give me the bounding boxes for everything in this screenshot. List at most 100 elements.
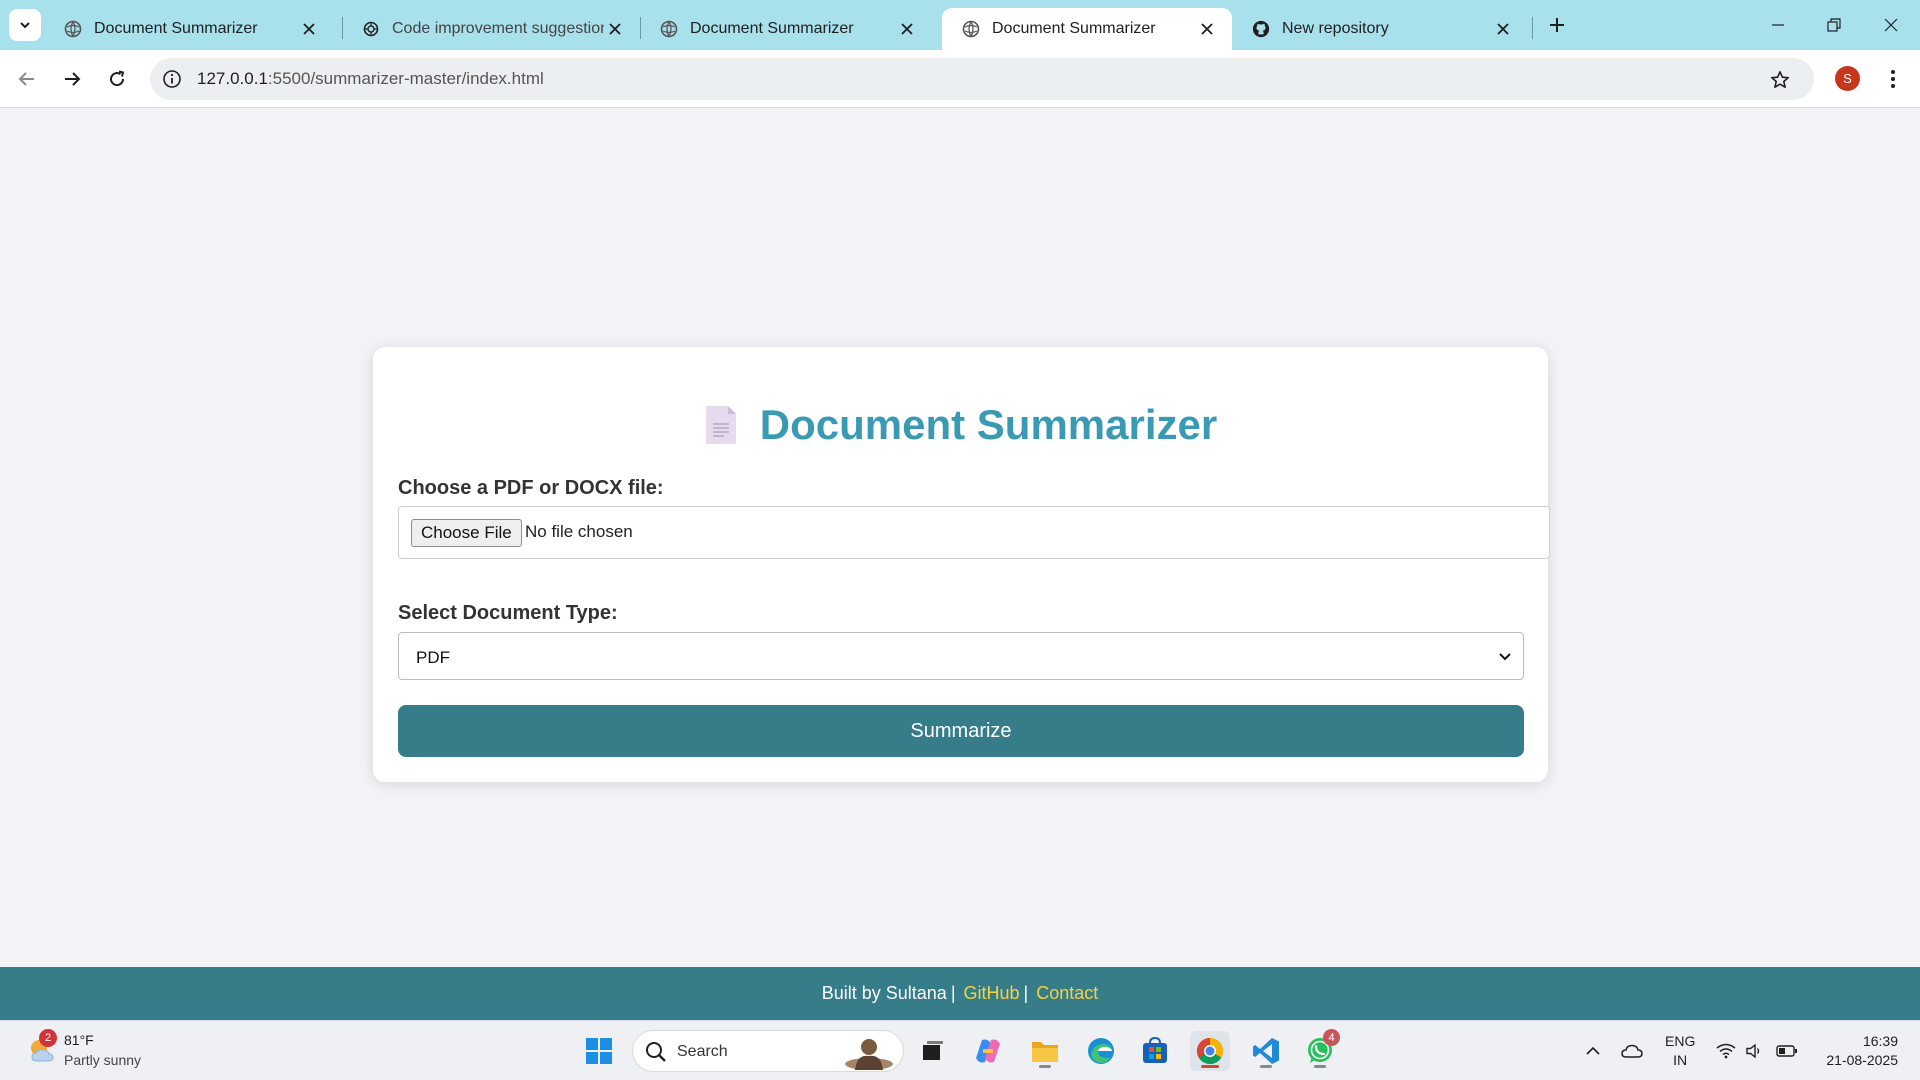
copilot-icon xyxy=(976,1039,1000,1063)
clock-date: 21-08-2025 xyxy=(1826,1052,1898,1068)
close-icon[interactable] xyxy=(298,18,320,40)
tab-title: Document Summarizer xyxy=(94,20,258,37)
chevron-down-icon xyxy=(20,22,30,29)
cloud-icon xyxy=(1621,1044,1643,1058)
task-view-icon xyxy=(923,1041,943,1060)
github-icon xyxy=(1252,20,1270,38)
chevron-down-icon xyxy=(1497,649,1513,665)
start-button[interactable] xyxy=(579,1031,619,1071)
contact-link[interactable]: Contact xyxy=(1036,983,1098,1004)
page-heading: Document Summarizer xyxy=(373,401,1548,449)
battery-icon xyxy=(1776,1045,1797,1057)
more-vertical-icon xyxy=(1891,70,1895,88)
reload-icon xyxy=(110,70,125,87)
weather-temperature: 81°F xyxy=(64,1032,94,1048)
tab-title: Code improvement suggestions xyxy=(392,20,604,37)
selected-document-type: PDF xyxy=(416,648,450,667)
footer-separator: | xyxy=(950,983,956,1003)
chrome-button[interactable] xyxy=(1190,1031,1230,1071)
site-info-icon[interactable] xyxy=(160,67,184,91)
whatsapp-notification-badge: 4 xyxy=(1323,1029,1340,1046)
page-footer: Built by Sultana | GitHub | Contact xyxy=(0,967,1920,1020)
forward-button[interactable] xyxy=(54,61,90,97)
summarizer-card: Document Summarizer Choose a PDF or DOCX… xyxy=(373,347,1550,782)
file-explorer-button[interactable] xyxy=(1025,1031,1065,1071)
choose-file-button[interactable]: Choose File xyxy=(411,519,522,547)
language-indicator[interactable]: ENG IN xyxy=(1665,1032,1695,1070)
running-indicator xyxy=(1314,1065,1326,1068)
onedrive-button[interactable] xyxy=(1621,1040,1643,1062)
restore-icon xyxy=(1827,18,1841,32)
close-icon[interactable] xyxy=(604,18,626,40)
store-icon xyxy=(1143,1036,1167,1063)
windows-logo-icon xyxy=(586,1038,612,1064)
running-indicator xyxy=(1201,1065,1219,1068)
page-title: Document Summarizer xyxy=(759,401,1218,448)
browser-tab-active[interactable]: Document Summarizer xyxy=(942,8,1232,50)
wifi-button[interactable] xyxy=(1715,1040,1737,1062)
document-icon xyxy=(705,406,736,444)
windows-taskbar: 2 81°F Partly sunny Search 4 ENG IN 16:3… xyxy=(0,1020,1920,1080)
file-input[interactable]: Choose File No file chosen xyxy=(398,506,1550,559)
close-window-button[interactable] xyxy=(1863,0,1919,50)
arrow-right-icon xyxy=(65,72,81,86)
battery-button[interactable] xyxy=(1776,1040,1798,1062)
language-code: ENG xyxy=(1665,1033,1696,1049)
browser-menu-button[interactable] xyxy=(1880,64,1906,94)
tab-search-button[interactable] xyxy=(9,9,41,41)
browser-tab[interactable]: Document Summarizer xyxy=(640,8,932,50)
vscode-button[interactable] xyxy=(1246,1031,1286,1071)
document-type-select[interactable]: PDF xyxy=(398,632,1524,680)
browser-toolbar: 127.0.0.1:5500/summarizer-master/index.h… xyxy=(0,50,1920,108)
volume-button[interactable] xyxy=(1743,1040,1765,1062)
system-clock[interactable]: 16:39 21-08-2025 xyxy=(1818,1032,1898,1070)
vscode-icon xyxy=(1253,1038,1279,1064)
weather-condition: Partly sunny xyxy=(64,1052,142,1068)
restore-button[interactable] xyxy=(1806,0,1862,50)
tab-title: Document Summarizer xyxy=(992,20,1156,37)
browser-tab[interactable]: Document Summarizer xyxy=(44,8,334,50)
github-link[interactable]: GitHub xyxy=(964,983,1020,1004)
clock-time: 16:39 xyxy=(1862,1033,1898,1049)
reload-button[interactable] xyxy=(99,61,135,97)
new-tab-button[interactable] xyxy=(1544,12,1570,38)
address-bar[interactable]: 127.0.0.1:5500/summarizer-master/index.h… xyxy=(150,58,1814,100)
browser-tab-strip: Document Summarizer Code improvement sug… xyxy=(0,0,1920,50)
show-hidden-icons-button[interactable] xyxy=(1582,1040,1604,1062)
close-icon[interactable] xyxy=(1196,18,1218,40)
copilot-button[interactable] xyxy=(968,1031,1008,1071)
folder-icon xyxy=(1032,1042,1058,1062)
back-button[interactable] xyxy=(9,61,45,97)
weather-alert-badge: 2 xyxy=(39,1029,57,1047)
edge-icon xyxy=(1088,1038,1114,1064)
search-placeholder: Search xyxy=(677,1043,728,1060)
edge-button[interactable] xyxy=(1081,1031,1121,1071)
url-text: 127.0.0.1:5500/summarizer-master/index.h… xyxy=(197,69,544,88)
minimize-button[interactable] xyxy=(1750,0,1806,50)
wifi-icon xyxy=(1716,1043,1736,1059)
summarize-button[interactable]: Summarize xyxy=(398,705,1524,757)
speaker-icon xyxy=(1746,1043,1760,1059)
task-view-button[interactable] xyxy=(913,1031,953,1071)
document-type-label: Select Document Type: xyxy=(398,602,618,624)
running-indicator xyxy=(1039,1065,1051,1068)
profile-avatar[interactable]: S xyxy=(1835,66,1860,91)
chevron-up-icon xyxy=(1586,1046,1600,1055)
keyboard-region: IN xyxy=(1673,1052,1688,1068)
globe-icon xyxy=(962,20,980,38)
tab-title: New repository xyxy=(1282,20,1389,37)
file-status-text: No file chosen xyxy=(525,522,633,541)
footer-separator: | xyxy=(1023,983,1029,1003)
bookmark-star-icon[interactable] xyxy=(1767,67,1793,93)
close-icon[interactable] xyxy=(1492,18,1514,40)
arrow-left-icon xyxy=(18,72,34,86)
browser-tab[interactable]: New repository xyxy=(1232,8,1528,50)
search-highlight-image xyxy=(845,1039,893,1070)
tab-title: Document Summarizer xyxy=(690,20,854,37)
search-icon xyxy=(646,1042,666,1062)
taskbar-search[interactable]: Search xyxy=(632,1030,904,1072)
close-icon[interactable] xyxy=(896,18,918,40)
minimize-icon xyxy=(1772,24,1784,26)
browser-tab[interactable]: Code improvement suggestions xyxy=(342,8,640,50)
microsoft-store-button[interactable] xyxy=(1135,1031,1175,1071)
